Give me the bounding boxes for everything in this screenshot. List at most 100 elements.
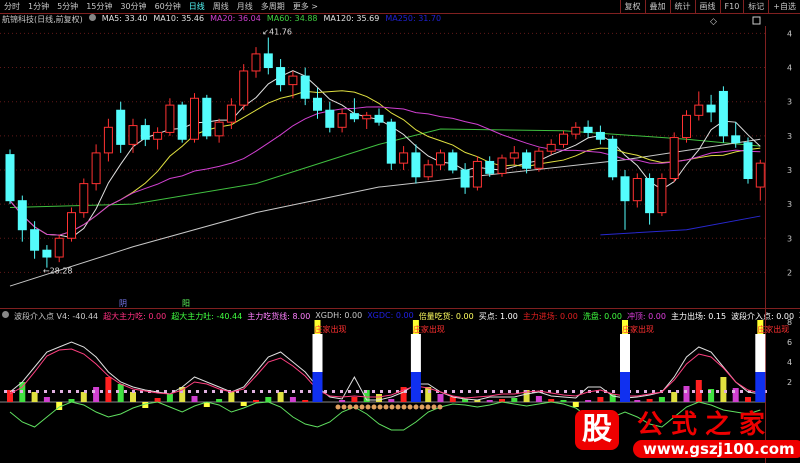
candle-body bbox=[5, 154, 15, 202]
dotted-level-mark bbox=[84, 390, 87, 393]
dotted-level-mark bbox=[508, 390, 511, 393]
candle-body bbox=[190, 97, 199, 140]
dotted-level-mark bbox=[684, 390, 687, 393]
dotted-level-mark bbox=[308, 390, 311, 393]
dotted-level-mark bbox=[100, 390, 103, 393]
candle bbox=[386, 118, 396, 170]
bottom-dot-mark bbox=[377, 404, 383, 410]
dotted-level-mark bbox=[380, 390, 383, 393]
candle-body bbox=[522, 152, 532, 169]
dotted-level-mark bbox=[244, 390, 247, 393]
bottom-dot-mark bbox=[395, 404, 401, 410]
dotted-level-mark bbox=[516, 390, 519, 393]
candle-body bbox=[103, 126, 113, 154]
marker-yin: 阴 bbox=[119, 299, 127, 308]
dotted-level-mark bbox=[52, 390, 55, 393]
dotted-level-mark bbox=[300, 390, 303, 393]
dotted-level-mark bbox=[44, 390, 47, 393]
ma250-line bbox=[600, 215, 761, 236]
candle-body bbox=[386, 121, 396, 164]
bottom-dot-mark bbox=[383, 404, 389, 410]
y-tick-label: 4 bbox=[787, 358, 792, 367]
candle bbox=[67, 207, 76, 242]
candle-body bbox=[17, 200, 27, 231]
indicator-bar bbox=[31, 392, 38, 402]
dotted-level-mark bbox=[556, 390, 559, 393]
candle bbox=[30, 221, 40, 259]
candle bbox=[509, 146, 519, 165]
dotted-level-mark bbox=[676, 390, 679, 393]
candle-body bbox=[276, 67, 286, 86]
candle bbox=[755, 159, 765, 201]
candle-body bbox=[460, 169, 470, 188]
candle-body bbox=[140, 125, 150, 140]
dotted-level-mark bbox=[28, 390, 31, 393]
candle-body bbox=[755, 162, 765, 188]
candle bbox=[718, 86, 728, 143]
candle bbox=[5, 149, 15, 205]
signal-white-segment bbox=[410, 334, 421, 372]
candle bbox=[300, 67, 310, 106]
dotted-level-mark bbox=[124, 390, 127, 393]
candle-body bbox=[448, 152, 458, 171]
indicator-bar bbox=[43, 397, 50, 402]
signal-white-segment bbox=[755, 334, 766, 372]
dotted-level-mark bbox=[348, 390, 351, 393]
candle bbox=[411, 144, 421, 184]
candle-body bbox=[399, 152, 409, 164]
diamond-icon[interactable]: ◇ bbox=[710, 17, 717, 27]
indicator-bar bbox=[720, 377, 727, 402]
bottom-dot-mark bbox=[419, 404, 425, 410]
y-tick-label: 3 bbox=[787, 98, 792, 107]
signal-column: 庄家出现 bbox=[312, 320, 347, 402]
candle bbox=[460, 163, 470, 194]
candle bbox=[645, 173, 655, 225]
indicator-bar bbox=[240, 402, 247, 406]
candle bbox=[54, 234, 64, 263]
candle-body bbox=[436, 152, 445, 166]
candle-body bbox=[214, 121, 224, 137]
candle bbox=[17, 195, 27, 242]
dotted-level-mark bbox=[484, 390, 487, 393]
watermark-name: 公式之家 bbox=[637, 410, 774, 440]
candle-body bbox=[337, 113, 347, 128]
candle-body bbox=[79, 183, 89, 214]
dotted-level-mark bbox=[212, 390, 215, 393]
candle-body bbox=[595, 131, 605, 140]
bottom-dot-mark bbox=[371, 404, 377, 410]
dotted-level-mark bbox=[164, 390, 167, 393]
candle bbox=[497, 154, 507, 177]
candle-body bbox=[362, 114, 372, 120]
candle bbox=[349, 98, 359, 123]
indicator-bar bbox=[253, 400, 259, 402]
candle-body bbox=[67, 212, 76, 239]
candle bbox=[632, 173, 642, 208]
dotted-level-mark bbox=[452, 390, 455, 393]
candle bbox=[682, 110, 691, 143]
bottom-dot-mark bbox=[407, 404, 413, 410]
bottom-dot-mark bbox=[413, 404, 419, 410]
indicator-bar bbox=[302, 400, 309, 402]
window-icon[interactable] bbox=[752, 16, 761, 25]
y-tick-label: 2 bbox=[787, 378, 792, 387]
candle bbox=[239, 64, 249, 111]
candle-body bbox=[423, 164, 433, 178]
chart-canvas[interactable]: 44333332◇↙41.76←28.28阴 阳8642庄家出现 庄家出现 庄家出现庄… bbox=[0, 0, 800, 463]
dotted-level-mark bbox=[332, 390, 335, 393]
candle bbox=[190, 93, 199, 143]
candle-body bbox=[485, 160, 495, 174]
indicator-bar bbox=[105, 377, 112, 402]
candle bbox=[374, 108, 384, 126]
candle-body bbox=[153, 131, 163, 140]
dotted-level-mark bbox=[500, 390, 503, 393]
candle bbox=[91, 144, 101, 191]
dotted-level-mark bbox=[372, 390, 375, 393]
dotted-level-mark bbox=[252, 390, 255, 393]
signal-blue-segment bbox=[312, 372, 323, 402]
signal-blue-segment bbox=[410, 372, 421, 402]
candle-body bbox=[128, 125, 138, 145]
dotted-level-mark bbox=[220, 390, 223, 393]
dotted-level-mark bbox=[340, 390, 343, 393]
y-tick-label: 3 bbox=[787, 132, 792, 141]
candle bbox=[657, 173, 667, 217]
